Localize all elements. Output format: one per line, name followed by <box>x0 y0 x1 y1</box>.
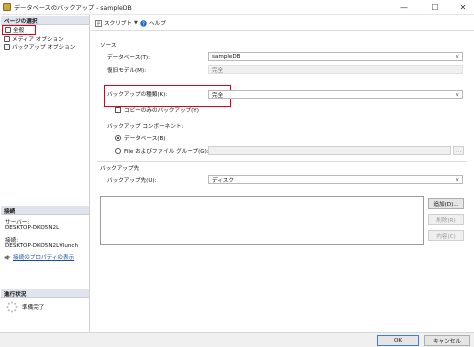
recovery-model-field: 完全 <box>208 65 463 74</box>
backup-type-label: バックアップの種類(K): <box>107 92 168 98</box>
remove-destination-button[interactable]: 削除(R) <box>428 214 464 225</box>
file-groups-field <box>208 146 451 155</box>
sidebar-item-backup-options[interactable]: バックアップ オプション <box>4 43 75 51</box>
page-icon <box>4 36 10 42</box>
help-icon: ? <box>140 19 147 27</box>
sidebar-item-label: メディア オプション <box>12 37 64 43</box>
help-button[interactable]: ? ヘルプ <box>140 19 166 27</box>
database-select[interactable]: sampleDB ∨ <box>208 52 463 61</box>
backup-component-label: バックアップ コンポーネント: <box>107 124 184 130</box>
connection-properties-link[interactable]: 接続のプロパティの表示 <box>4 253 74 261</box>
script-button[interactable]: スクリプト ▼ <box>95 19 138 27</box>
database-value: sampleDB <box>212 53 241 60</box>
page-icon <box>4 44 10 50</box>
source-section-label: ソース <box>100 43 117 49</box>
chevron-down-icon: ∨ <box>455 91 459 98</box>
page-select-header: ページの選択 <box>1 16 89 25</box>
progress-status: 準備完了 <box>22 305 45 311</box>
connection-value: DESKTOP-DKO5N2L¥lunch <box>5 243 79 249</box>
checkbox-box <box>115 107 121 113</box>
maximize-button[interactable]: ☐ <box>424 0 446 15</box>
main-panel: スクリプト ▼ ? ヘルプ ソース データベース(T): sampleDB ∨ … <box>91 15 474 332</box>
connection-header: 接続 <box>1 206 89 215</box>
backup-type-value: 完全 <box>212 92 224 99</box>
recovery-model-value: 完全 <box>212 67 224 74</box>
ok-button[interactable]: OK <box>377 335 419 346</box>
cancel-button[interactable]: キャンセル <box>424 335 470 346</box>
progress-header: 進行状況 <box>1 289 89 298</box>
title-bar: データベースのバックアップ - sampleDB — ☐ ✕ <box>0 0 474 15</box>
add-destination-button[interactable]: 追加(D)... <box>428 198 464 209</box>
connection-link-label: 接続のプロパティの表示 <box>13 255 75 261</box>
backup-to-label: バックアップ先(U): <box>107 178 157 184</box>
radio-database-label: データベース(B) <box>124 136 166 142</box>
chevron-down-icon: ∨ <box>455 176 459 183</box>
chevron-down-icon: ∨ <box>455 53 459 60</box>
sidebar: ページの選択 全般 メディア オプション バックアップ オプション 接続 サーバ… <box>0 15 90 332</box>
dialog-footer: OK キャンセル <box>0 332 474 347</box>
sidebar-item-label: バックアップ オプション <box>12 45 76 51</box>
page-icon <box>5 27 11 33</box>
radio-button <box>115 148 121 154</box>
destination-section-label: バックアップ先 <box>100 166 140 172</box>
backup-type-select[interactable]: 完全 ∨ <box>208 90 463 99</box>
help-label: ヘルプ <box>149 21 166 27</box>
destination-list[interactable] <box>100 196 424 245</box>
section-divider <box>97 161 467 162</box>
close-button[interactable]: ✕ <box>452 0 474 15</box>
backup-to-value: ディスク <box>212 177 234 184</box>
radio-file-groups-label: File およびファイル グループ(G): <box>124 149 209 155</box>
progress-spinner-icon <box>6 301 18 313</box>
radio-file-groups[interactable]: File およびファイル グループ(G): <box>115 147 209 155</box>
script-label: スクリプト <box>104 21 132 27</box>
file-groups-browse-button[interactable]: … <box>453 146 464 155</box>
radio-button <box>115 135 121 141</box>
contents-button[interactable]: 内容(C) <box>428 230 464 241</box>
app-icon <box>3 3 11 11</box>
server-value: DESKTOP-DKO5N2L <box>5 225 60 231</box>
database-label: データベース(T): <box>107 55 150 61</box>
copy-only-label: コピーのみのバックアップ(Y) <box>124 108 199 114</box>
minimize-icon: — <box>400 3 408 12</box>
chevron-down-icon: ▼ <box>133 20 138 26</box>
sidebar-item-media-options[interactable]: メディア オプション <box>4 35 64 43</box>
maximize-icon: ☐ <box>431 3 439 12</box>
radio-database[interactable]: データベース(B) <box>115 134 166 142</box>
connection-icon <box>4 255 10 259</box>
script-icon <box>95 19 102 27</box>
minimize-button[interactable]: — <box>393 0 415 15</box>
close-icon: ✕ <box>459 3 467 12</box>
svg-text:?: ? <box>142 21 145 27</box>
recovery-model-label: 復旧モデル(M): <box>107 68 147 74</box>
copy-only-checkbox[interactable]: コピーのみのバックアップ(Y) <box>115 106 199 114</box>
toolbar-divider <box>91 30 474 31</box>
window-title: データベースのバックアップ - sampleDB <box>14 5 132 12</box>
sidebar-item-label: 全般 <box>13 28 25 34</box>
backup-to-select[interactable]: ディスク ∨ <box>208 175 463 184</box>
sidebar-item-general[interactable]: 全般 <box>2 25 36 35</box>
